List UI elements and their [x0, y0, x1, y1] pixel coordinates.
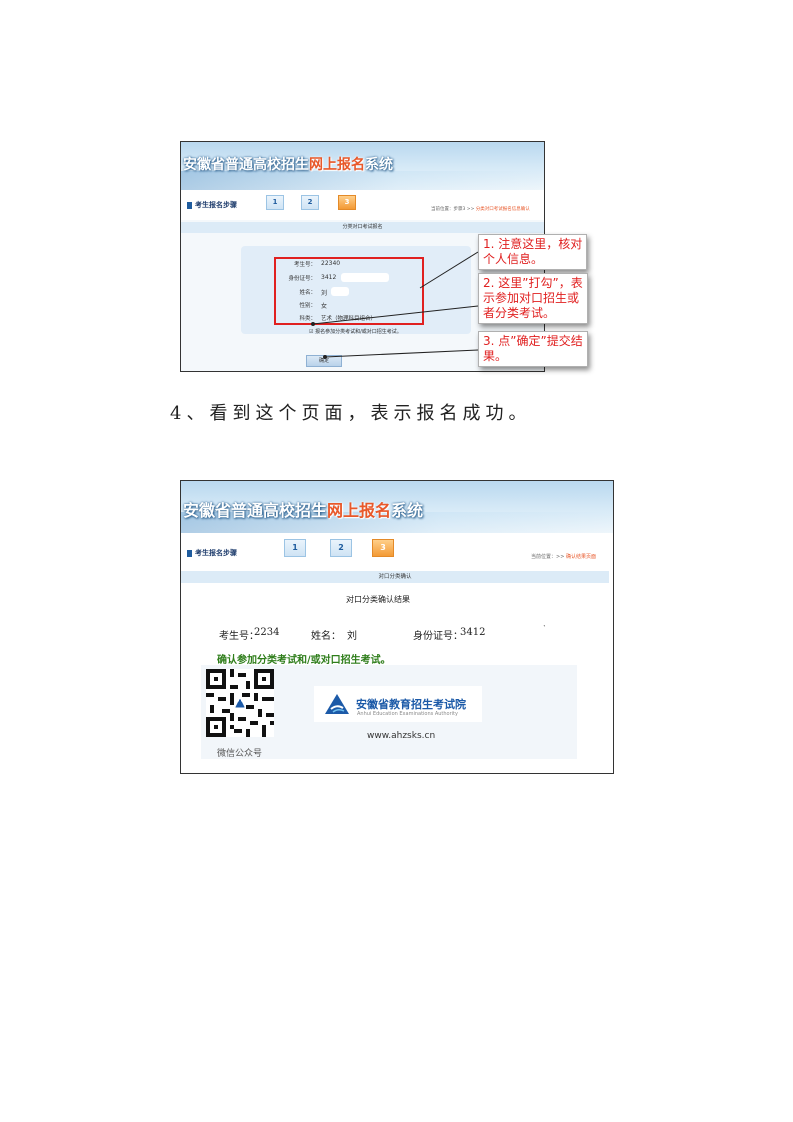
callout-2-line-1: 2. 这里”打勾”，表: [483, 276, 583, 290]
location-mid: >>: [556, 554, 566, 560]
callout-2-line-2: 示参加对口招生或: [483, 291, 580, 305]
header-banner: 安徽省普通高校招生网上报名系统: [181, 142, 544, 190]
callout-2-line-3: 者分类考试。: [483, 306, 556, 320]
wechat-qr-code: [206, 669, 274, 737]
name-value: 刘: [347, 631, 357, 642]
header-banner: 安徽省普通高校招生网上报名系统: [181, 481, 613, 533]
checkbox-icon[interactable]: ☑: [309, 329, 313, 335]
confirm-message: 确认参加分类考试和/或对口招生考试。: [217, 655, 391, 666]
section-title-bar: 分类对口考试报名: [181, 222, 544, 233]
location-mid: 步骤3 >>: [453, 207, 476, 212]
id-value: 3412: [460, 627, 486, 638]
org-website[interactable]: www.ahzsks.cn: [367, 731, 435, 741]
result-title: 对口分类确认结果: [346, 595, 410, 604]
current-location: 当前位置：>> 确认结果页面: [531, 553, 596, 560]
org-name: 安徽省教育招生考试院: [356, 698, 466, 711]
callout-1-line-1: 1. 注意这里，核对: [483, 237, 583, 251]
banner-title-pre: 安徽省普通高校招生: [183, 157, 309, 173]
bullet-icon: [187, 549, 192, 557]
callout-3: 3. 点”确定”提交结 果。: [478, 331, 588, 367]
callout-1-line-2: 个人信息。: [483, 252, 544, 266]
step-1-tab[interactable]: 1: [284, 539, 306, 557]
step-3-tab[interactable]: 3: [338, 195, 356, 210]
bullet-icon: [187, 201, 192, 209]
info-highlight-box: [274, 257, 424, 325]
callout-3-line-1: 3. 点”确定”提交结: [483, 334, 583, 348]
steps-label: 考生报名步骤: [187, 200, 237, 210]
org-name-en: Anhui Education Examinations Authority: [357, 711, 458, 717]
step-1-tab[interactable]: 1: [266, 195, 284, 210]
exam-no-label: 考生号：: [219, 631, 259, 642]
banner-title-post: 系统: [365, 157, 393, 173]
section-title-bar: 对口分类确认: [181, 571, 609, 583]
banner-title: 安徽省普通高校招生网上报名系统: [183, 497, 423, 521]
location-prefix: 当前位置：: [531, 554, 557, 560]
location-highlight: 确认结果页面: [565, 554, 596, 560]
banner-title-highlight: 网上报名: [309, 157, 365, 173]
banner-title-highlight: 网上报名: [327, 501, 392, 520]
current-location: 当前位置：步骤3 >> 分类对口考试报名信息确认: [431, 206, 530, 212]
steps-label-text: 考生报名步骤: [195, 549, 237, 557]
step-2-tab[interactable]: 2: [301, 195, 319, 210]
exam-no-value: 2234: [254, 627, 280, 638]
callout-2: 2. 这里”打勾”，表 示参加对口招生或 者分类考试。: [478, 273, 588, 324]
org-logo: 安徽省教育招生考试院 Anhui Education Examinations …: [314, 686, 482, 722]
wechat-label: 微信公众号: [217, 749, 263, 759]
steps-label: 考生报名步骤: [187, 548, 237, 558]
banner-title: 安徽省普通高校招生网上报名系统: [183, 154, 393, 174]
name-label: 姓名：: [311, 631, 341, 642]
org-triangle-icon: [325, 694, 349, 714]
location-prefix: 当前位置：: [431, 207, 454, 212]
banner-title-pre: 安徽省普通高校招生: [183, 501, 328, 520]
location-highlight: 分类对口考试报名信息确认: [475, 207, 530, 212]
id-label: 身份证号：: [413, 631, 463, 642]
step-2-tab[interactable]: 2: [330, 539, 352, 557]
steps-bar: 考生报名步骤 1 2 3 当前位置：步骤3 >> 分类对口考试报名信息确认: [181, 190, 544, 220]
trailing-mark: `: [543, 625, 547, 633]
callout-1: 1. 注意这里，核对 个人信息。: [478, 234, 588, 270]
banner-title-post: 系统: [391, 501, 424, 520]
confirm-button[interactable]: 确定: [306, 355, 342, 367]
callout-3-line-2: 果。: [483, 349, 508, 363]
checkbox-label: 报名参加分类考试和/或对口招生考试。: [315, 329, 402, 335]
step-4-caption: 4、看到这个页面，表示报名成功。: [170, 403, 532, 424]
checkbox-row[interactable]: ☑ 报名参加分类考试和/或对口招生考试。: [309, 328, 402, 335]
steps-label-text: 考生报名步骤: [195, 201, 237, 209]
steps-bar: 考生报名步骤 1 2 3 当前位置：>> 确认结果页面: [181, 533, 613, 567]
step-3-tab[interactable]: 3: [372, 539, 394, 557]
registration-result-screenshot: 安徽省普通高校招生网上报名系统 考生报名步骤 1 2 3 当前位置：>> 确认结…: [180, 480, 614, 774]
